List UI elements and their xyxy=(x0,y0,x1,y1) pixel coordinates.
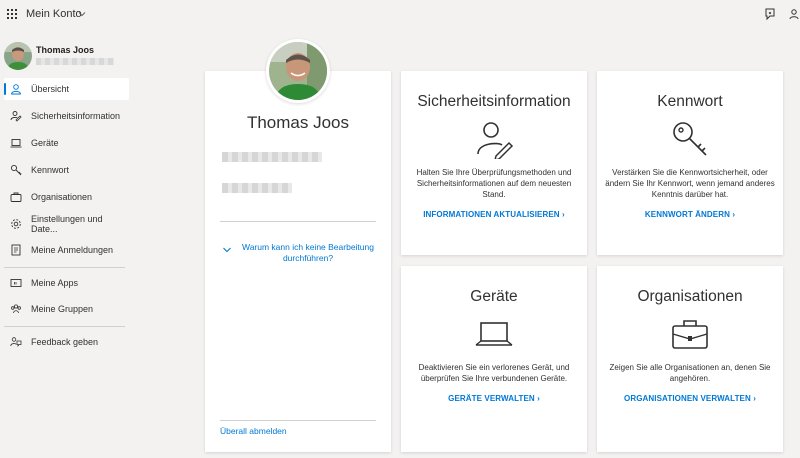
sidebar-item-password[interactable]: Kennwort xyxy=(4,159,129,181)
top-bar: Mein Konto xyxy=(0,0,800,30)
signout-everywhere-link[interactable]: Überall abmelden xyxy=(220,426,287,436)
profile-phone-redacted xyxy=(222,183,292,193)
profile-avatar[interactable] xyxy=(266,39,330,103)
sidebar-item-devices[interactable]: Geräte xyxy=(4,132,129,154)
tile-devices[interactable]: Geräte Deaktivieren Sie ein verlorenes G… xyxy=(401,266,587,452)
tile-link-label: GERÄTE VERWALTEN xyxy=(448,394,535,403)
sidebar-item-label: Meine Gruppen xyxy=(31,304,94,314)
people-icon[interactable] xyxy=(789,7,800,21)
person-edit-icon xyxy=(477,122,514,159)
profile-email-redacted xyxy=(222,152,322,162)
tile-title: Kennwort xyxy=(657,93,723,110)
chevron-right-icon: › xyxy=(753,394,756,403)
avatar[interactable] xyxy=(4,42,32,70)
apps-icon xyxy=(10,277,22,289)
feedback-icon[interactable] xyxy=(763,7,777,21)
sidebar-item-label: Meine Anmeldungen xyxy=(31,245,114,255)
card-divider xyxy=(220,420,376,421)
manage-devices-link[interactable]: GERÄTE VERWALTEN › xyxy=(401,394,587,403)
chevron-right-icon: › xyxy=(732,210,736,219)
tile-title: Sicherheitsinformation xyxy=(417,93,571,110)
user-email-redacted xyxy=(36,58,114,65)
key-icon xyxy=(673,122,707,156)
key-icon xyxy=(10,164,22,176)
chevron-right-icon: › xyxy=(537,394,540,403)
user-name: Thomas Joos xyxy=(36,45,95,55)
gear-icon xyxy=(10,218,22,230)
sidebar-divider xyxy=(4,326,125,327)
chevron-down-icon xyxy=(223,247,231,253)
sidebar-item-my-signins[interactable]: Meine Anmeldungen xyxy=(4,239,129,261)
tile-description: Deaktivieren Sie ein verlorenes Gerät, u… xyxy=(418,363,570,383)
laptop-icon xyxy=(475,322,513,346)
sidebar-item-label: Feedback geben xyxy=(31,337,99,347)
app-launcher-icon[interactable] xyxy=(7,9,17,19)
person-icon xyxy=(10,83,22,95)
why-link-label: Warum kann ich keine Bearbeitung durchfü… xyxy=(242,242,374,263)
signins-icon xyxy=(10,244,22,256)
card-divider xyxy=(220,221,376,222)
briefcase-icon xyxy=(672,320,708,349)
sidebar-item-security-info[interactable]: Sicherheitsinformation xyxy=(4,105,129,127)
sidebar-item-overview[interactable]: Übersicht xyxy=(4,78,129,100)
tile-description: Verstärken Sie die Kennwortsicherheit, o… xyxy=(605,168,775,199)
manage-organizations-link[interactable]: ORGANISATIONEN VERWALTEN › xyxy=(597,394,783,403)
tile-link-label: INFORMATIONEN AKTUALISIEREN xyxy=(423,210,560,219)
sidebar-item-label: Sicherheitsinformation xyxy=(31,111,121,121)
sidebar-item-label: Übersicht xyxy=(31,84,70,94)
sidebar-item-label: Meine Apps xyxy=(31,278,79,288)
profile-card: Thomas Joos Warum kann ich keine Bearbei… xyxy=(205,71,391,452)
tile-title: Geräte xyxy=(470,288,518,305)
profile-name: Thomas Joos xyxy=(246,113,350,132)
tile-description: Halten Sie Ihre Überprüfungsmethoden und… xyxy=(416,168,572,199)
why-cant-edit-link[interactable]: Warum kann ich keine Bearbeitung durchfü… xyxy=(222,242,382,264)
sidebar-divider xyxy=(4,267,125,268)
chevron-right-icon: › xyxy=(562,210,565,219)
feedback-icon xyxy=(10,336,22,348)
tile-title: Organisationen xyxy=(637,288,743,305)
sidebar-item-my-groups[interactable]: Meine Gruppen xyxy=(4,298,129,320)
security-info-icon xyxy=(10,110,22,122)
sidebar-item-label: Organisationen xyxy=(31,192,93,202)
briefcase-icon xyxy=(10,191,22,203)
tile-link-label: KENNWORT ÄNDERN xyxy=(644,210,730,219)
app-title[interactable]: Mein Konto xyxy=(26,8,82,20)
tile-organizations[interactable]: Organisationen Zeigen Sie alle Organisat… xyxy=(597,266,783,452)
chevron-down-icon[interactable] xyxy=(78,10,86,18)
sidebar-item-organizations[interactable]: Organisationen xyxy=(4,186,129,208)
sidebar-item-settings[interactable]: Einstellungen und Date... xyxy=(4,213,129,235)
sidebar-item-my-apps[interactable]: Meine Apps xyxy=(4,272,129,294)
tile-description: Zeigen Sie alle Organisationen an, denen… xyxy=(609,363,771,383)
sidebar-item-label: Einstellungen und Date... xyxy=(31,214,103,234)
sidebar-item-feedback[interactable]: Feedback geben xyxy=(4,331,129,353)
laptop-icon xyxy=(10,137,22,149)
sidebar-item-label: Geräte xyxy=(31,138,59,148)
sidebar-item-label: Kennwort xyxy=(31,165,70,175)
tile-security-info[interactable]: Sicherheitsinformation Halten Sie Ihre Ü… xyxy=(401,71,587,255)
sidebar: Thomas Joos Übersicht Sicherheitsinforma… xyxy=(0,30,135,458)
change-password-link[interactable]: KENNWORT ÄNDERN › xyxy=(597,210,783,219)
groups-icon xyxy=(10,303,22,315)
tile-password[interactable]: Kennwort Verstärken Sie die Kennwortsich… xyxy=(597,71,783,255)
tile-link-label: ORGANISATIONEN VERWALTEN xyxy=(624,394,751,403)
update-info-link[interactable]: INFORMATIONEN AKTUALISIEREN › xyxy=(401,210,587,219)
